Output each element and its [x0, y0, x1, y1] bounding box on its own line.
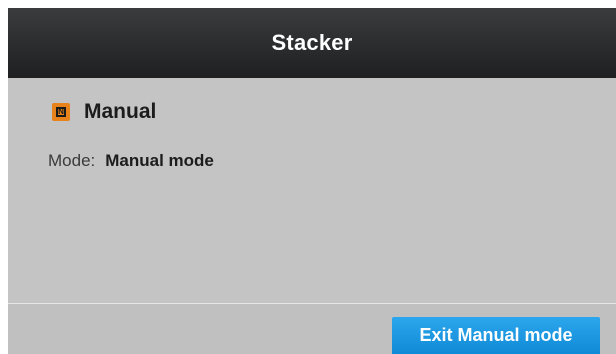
footer-bar: Exit Manual mode — [8, 304, 616, 354]
mode-key: Mode: — [48, 151, 96, 170]
stacker-panel: Stacker N Manual Mode: Manual mode Exit … — [8, 8, 616, 354]
exit-manual-mode-button[interactable]: Exit Manual mode — [392, 317, 600, 354]
mode-row: Mode: Manual mode — [48, 151, 214, 171]
manual-mode-icon: N — [52, 103, 70, 121]
page-title: Stacker — [271, 30, 353, 55]
status-content: N Manual Mode: Manual mode — [8, 78, 616, 303]
status-label: Manual — [84, 100, 157, 123]
status-row: N Manual — [52, 100, 156, 124]
mode-value: Manual mode — [105, 151, 214, 170]
title-bar: Stacker — [8, 8, 616, 78]
